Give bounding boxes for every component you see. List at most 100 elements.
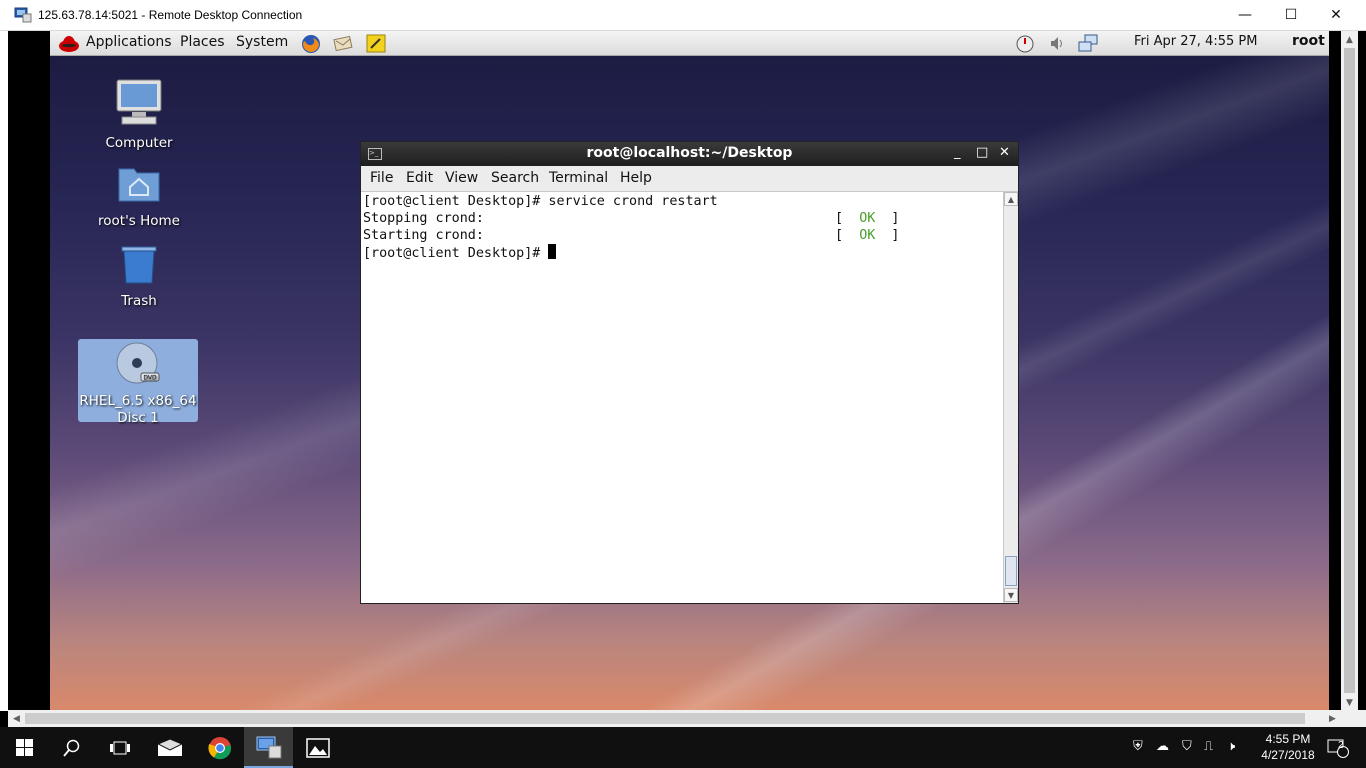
status-ok: OK bbox=[859, 211, 876, 226]
scroll-left-icon[interactable]: ◀ bbox=[8, 710, 25, 727]
scroll-corner bbox=[1341, 710, 1366, 727]
horizontal-scrollbar[interactable]: ◀ ▶ bbox=[8, 710, 1341, 727]
rdp-left-edge bbox=[0, 31, 8, 711]
terminal-titlebar[interactable]: >_ root@localhost:~/Desktop _ □ ✕ bbox=[361, 142, 1018, 166]
taskbar-remote-desktop-app[interactable] bbox=[244, 727, 293, 768]
scroll-right-icon[interactable]: ▶ bbox=[1324, 710, 1341, 727]
terminal-close-icon[interactable]: ✕ bbox=[999, 145, 1010, 160]
terminal-maximize-icon[interactable]: □ bbox=[976, 145, 988, 160]
minimize-icon: — bbox=[1238, 7, 1252, 23]
vertical-scrollbar[interactable]: ▲ ▼ bbox=[1341, 31, 1358, 711]
rdp-letterbox-left bbox=[8, 31, 50, 711]
task-view-icon bbox=[110, 741, 130, 754]
dvd-icon: DVD bbox=[116, 342, 160, 384]
scroll-up-icon[interactable]: ▲ bbox=[1341, 31, 1358, 48]
applications-menu[interactable]: Applications bbox=[86, 34, 172, 50]
desktop-icon-home[interactable]: root's Home bbox=[79, 161, 199, 229]
vertical-scroll-thumb[interactable] bbox=[1344, 48, 1355, 693]
desktop-icon-dvd[interactable]: DVD RHEL_6.5 x86_64 Disc 1 bbox=[78, 339, 198, 426]
terminal-line-status: Stopping crond:[ OK ] bbox=[363, 211, 900, 226]
menu-terminal[interactable]: Terminal bbox=[549, 170, 608, 186]
defender-icon[interactable]: ⛨ bbox=[1133, 739, 1143, 754]
menu-help[interactable]: Help bbox=[620, 170, 652, 186]
terminal-minimize-icon[interactable]: _ bbox=[954, 145, 961, 160]
terminal-title: root@localhost:~/Desktop bbox=[586, 145, 793, 161]
mail-icon[interactable] bbox=[332, 33, 354, 54]
volume-icon[interactable] bbox=[1046, 33, 1068, 54]
terminal-line-command: [root@client Desktop]# service crond res… bbox=[363, 193, 1003, 210]
security-warning-icon[interactable]: ⛉ bbox=[1182, 739, 1192, 754]
taskbar-photos-app[interactable] bbox=[294, 727, 342, 768]
start-button[interactable] bbox=[0, 727, 48, 768]
terminal-window[interactable]: >_ root@localhost:~/Desktop _ □ ✕ File E… bbox=[360, 141, 1019, 604]
chrome-icon bbox=[208, 736, 232, 759]
power-meter-icon[interactable] bbox=[1014, 33, 1036, 54]
task-view-button[interactable] bbox=[96, 727, 144, 768]
panel-clock[interactable]: Fri Apr 27, 4:55 PM bbox=[1134, 34, 1257, 49]
horizontal-scroll-thumb[interactable] bbox=[25, 713, 1305, 724]
terminal-scroll-down-icon[interactable]: ▼ bbox=[1004, 588, 1018, 602]
status-ok: OK bbox=[859, 228, 876, 243]
taskbar-clock[interactable]: 4:55 PM 4/27/2018 bbox=[1258, 731, 1318, 763]
windows-taskbar: ⛨ ☁ ⛉ ⎍ 🕨 4:55 PM 4/27/2018 2 bbox=[0, 727, 1366, 768]
terminal-line-text: [root@client Desktop]# service crond res… bbox=[363, 194, 718, 209]
terminal-cursor bbox=[548, 244, 557, 259]
rdp-letterbox-right bbox=[1329, 31, 1341, 711]
terminal-line-text: Starting crond: bbox=[363, 228, 484, 243]
network-icon[interactable]: ⎍ bbox=[1204, 739, 1213, 754]
desktop-icon-label: Computer bbox=[105, 135, 173, 151]
taskbar-mail-app[interactable] bbox=[146, 727, 194, 768]
minimize-button[interactable]: — bbox=[1222, 0, 1268, 30]
firefox-icon[interactable] bbox=[300, 33, 322, 54]
rdp-titlebar: 125.63.78.14:5021 - Remote Desktop Conne… bbox=[0, 0, 1366, 31]
taskbar-time: 4:55 PM bbox=[1265, 732, 1311, 746]
search-button[interactable] bbox=[48, 727, 96, 768]
menu-file[interactable]: File bbox=[370, 170, 393, 186]
taskbar-chrome-app[interactable] bbox=[196, 727, 244, 768]
notes-icon[interactable] bbox=[365, 33, 387, 54]
close-icon: ✕ bbox=[1330, 7, 1342, 23]
gnome-top-panel: Applications Places System Fri Apr 27, 4… bbox=[50, 31, 1329, 56]
remote-desktop: Applications Places System Fri Apr 27, 4… bbox=[50, 31, 1329, 710]
menu-view[interactable]: View bbox=[445, 170, 478, 186]
computer-icon bbox=[116, 79, 162, 125]
close-button[interactable]: ✕ bbox=[1313, 0, 1359, 30]
svg-text:DVD: DVD bbox=[143, 375, 157, 382]
panel-user[interactable]: root bbox=[1292, 33, 1325, 49]
terminal-scroll-up-icon[interactable]: ▲ bbox=[1004, 192, 1018, 206]
terminal-line-text: Stopping crond: bbox=[363, 211, 484, 226]
onedrive-icon[interactable]: ☁ bbox=[1156, 739, 1169, 754]
taskbar-date: 4/27/2018 bbox=[1261, 748, 1315, 762]
search-icon bbox=[63, 739, 80, 757]
maximize-icon: ☐ bbox=[1284, 7, 1298, 23]
menu-edit[interactable]: Edit bbox=[406, 170, 433, 186]
remote-desktop-icon bbox=[14, 7, 32, 23]
desktop-icon-computer[interactable]: Computer bbox=[79, 77, 199, 151]
network-icon[interactable] bbox=[1077, 33, 1099, 54]
terminal-line-status: Starting crond:[ OK ] bbox=[363, 228, 900, 243]
home-folder-icon bbox=[118, 168, 160, 202]
desktop-icon-trash[interactable]: Trash bbox=[79, 241, 199, 309]
terminal-scroll-thumb[interactable] bbox=[1005, 556, 1017, 586]
volume-muted-icon[interactable]: 🕨 bbox=[1227, 739, 1235, 754]
remote-desktop-icon bbox=[256, 736, 281, 758]
desktop-icon-label: RHEL_6.5 x86_64 Disc 1 bbox=[79, 393, 197, 426]
desktop-icon-label: root's Home bbox=[98, 213, 180, 229]
desktop-icon-label: Trash bbox=[121, 293, 157, 309]
mail-icon bbox=[157, 738, 183, 756]
windows-logo-icon bbox=[15, 739, 33, 756]
menu-search[interactable]: Search bbox=[491, 170, 539, 186]
terminal-menubar: File Edit View Search Terminal Help bbox=[361, 166, 1018, 192]
maximize-button[interactable]: ☐ bbox=[1268, 0, 1314, 30]
terminal-prompt-line: [root@client Desktop]# bbox=[363, 244, 1003, 262]
terminal-scrollbar[interactable]: ▲ ▼ bbox=[1003, 192, 1018, 603]
terminal-line-text: [root@client Desktop]# bbox=[363, 246, 549, 261]
scroll-down-icon[interactable]: ▼ bbox=[1341, 694, 1358, 711]
notification-count: 2 bbox=[1338, 740, 1344, 751]
redhat-icon[interactable] bbox=[58, 33, 80, 54]
system-menu[interactable]: System bbox=[236, 34, 288, 50]
trash-icon bbox=[121, 246, 157, 284]
places-menu[interactable]: Places bbox=[180, 34, 225, 50]
terminal-output[interactable]: [root@client Desktop]# service crond res… bbox=[363, 192, 1003, 602]
action-center-button[interactable]: 2 bbox=[1320, 727, 1356, 768]
